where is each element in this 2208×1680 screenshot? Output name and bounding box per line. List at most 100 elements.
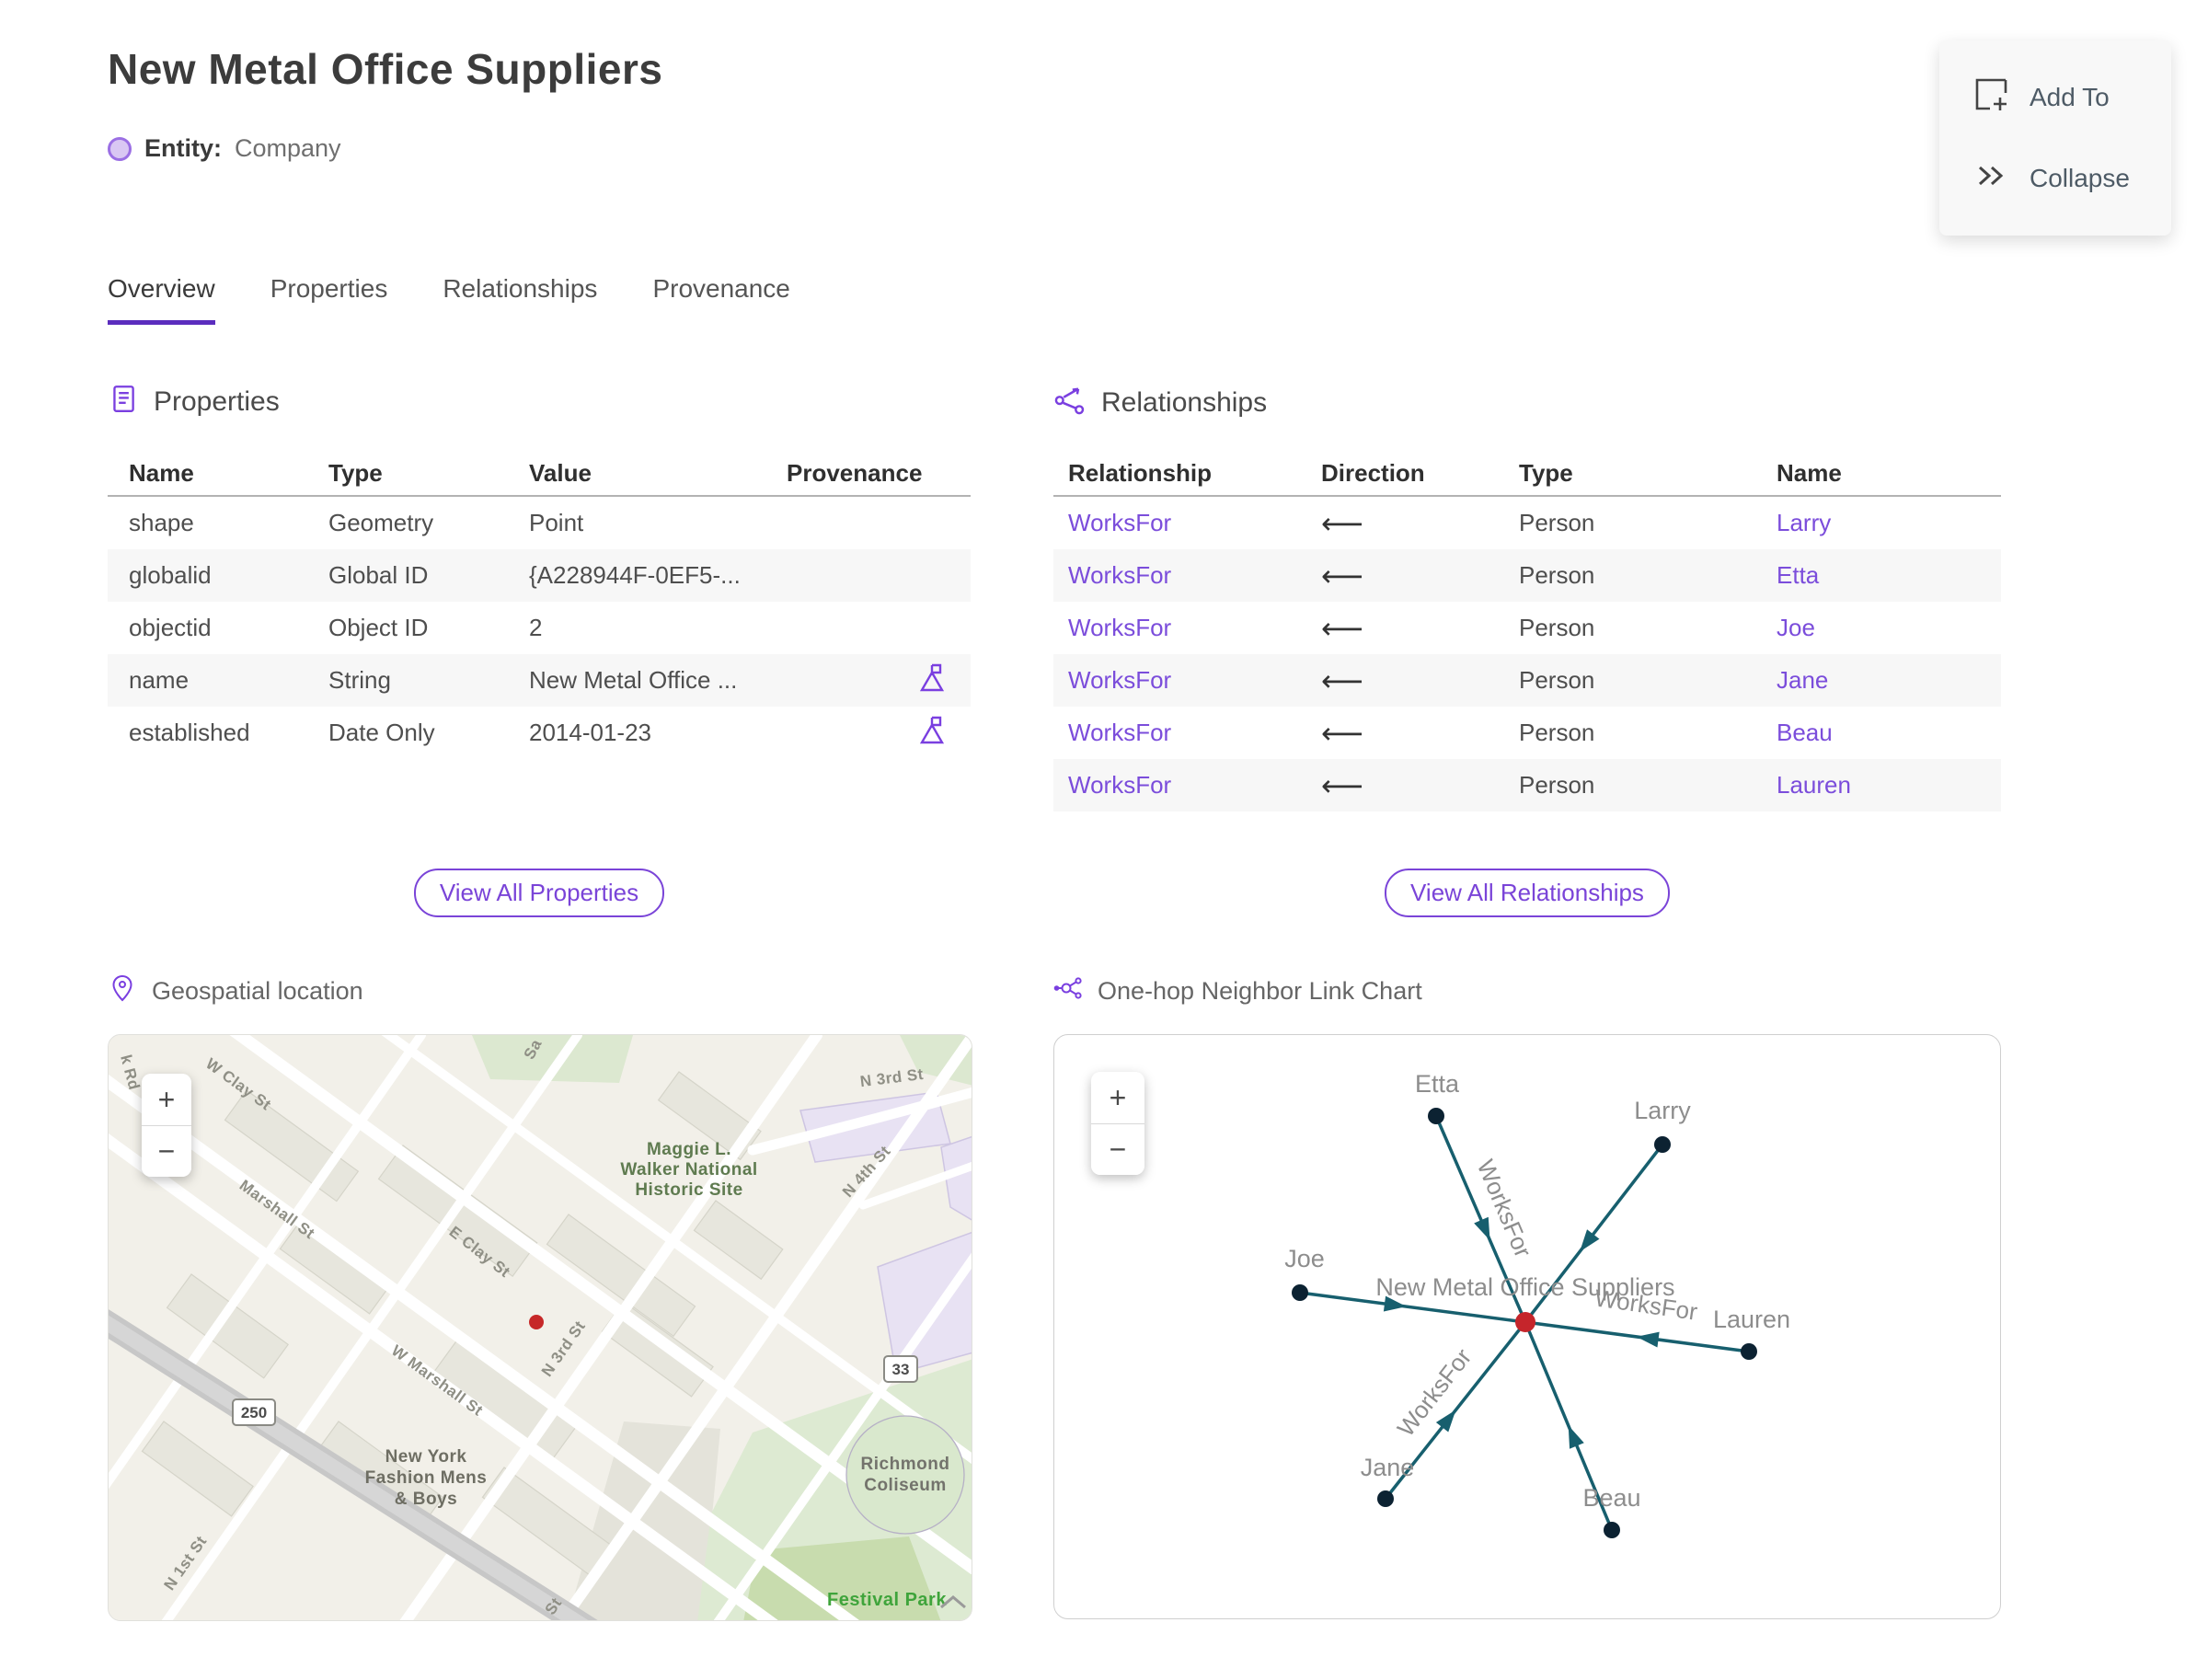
relationship-type-link[interactable]: WorksFor <box>1053 561 1321 590</box>
direction-arrow: ⟵ <box>1321 662 1363 698</box>
map-label: Festival Park <box>827 1590 947 1610</box>
relationship-row: WorksFor ⟵ Person Jane <box>1053 654 2001 707</box>
collapse-button[interactable]: Collapse <box>1972 157 2171 201</box>
edge-arrowhead <box>1474 1216 1490 1241</box>
property-value: New Metal Office ... <box>529 666 738 694</box>
node-label-beau: Beau <box>1582 1484 1640 1512</box>
property-value: 2 <box>529 614 543 641</box>
entity-type-cell: Person <box>1519 666 1595 694</box>
entity-name-link[interactable]: Beau <box>1777 719 2001 747</box>
direction-arrow: ⟵ <box>1321 610 1363 646</box>
node-label-lauren: Lauren <box>1713 1306 1790 1333</box>
view-all-relationships-button[interactable]: View All Relationships <box>1385 869 1670 917</box>
map-zoom-in-button[interactable]: + <box>142 1074 191 1125</box>
edge-label: WorksFor <box>1392 1343 1478 1442</box>
property-provenance-cell[interactable] <box>787 662 971 699</box>
tab-provenance[interactable]: Provenance <box>652 274 789 325</box>
property-name: name <box>129 666 190 694</box>
edge-label: WorksFor <box>1472 1156 1538 1261</box>
properties-table-header: Name Type Value Provenance <box>108 451 971 497</box>
svg-text:250: 250 <box>241 1404 267 1421</box>
node-lauren[interactable] <box>1741 1343 1757 1360</box>
edge-arrowhead <box>1636 1331 1660 1348</box>
column-header: Name <box>1777 458 1842 487</box>
property-type: Date Only <box>328 719 435 746</box>
entity-type-cell: Person <box>1519 771 1595 799</box>
link-chart-icon <box>1053 973 1083 1009</box>
entity-name-link[interactable]: Larry <box>1777 509 2001 537</box>
entity-name-link[interactable]: Etta <box>1777 561 2001 590</box>
relationship-type-link[interactable]: WorksFor <box>1053 771 1321 800</box>
property-row: shape Geometry Point <box>108 497 971 549</box>
map-location-marker <box>529 1315 544 1329</box>
add-to-icon <box>1972 76 2009 120</box>
relationships-table-header: Relationship Direction Type Name <box>1053 451 2001 497</box>
node-label-jane: Jane <box>1361 1454 1415 1481</box>
column-header: Type <box>1519 458 1573 487</box>
relationships-section-header: Relationships <box>1053 383 1267 423</box>
collapse-label: Collapse <box>2030 164 2130 192</box>
edge-arrowhead <box>1580 1229 1600 1252</box>
node-etta[interactable] <box>1428 1108 1444 1124</box>
relationship-row: WorksFor ⟵ Person Beau <box>1053 707 2001 759</box>
column-header: Direction <box>1321 458 1425 487</box>
relationships-icon <box>1053 383 1087 423</box>
provenance-flag-icon[interactable] <box>917 714 947 752</box>
tab-overview[interactable]: Overview <box>108 274 215 325</box>
node-larry[interactable] <box>1654 1136 1671 1153</box>
property-value: Point <box>529 509 584 536</box>
node-jane[interactable] <box>1377 1490 1394 1507</box>
node-company[interactable] <box>1515 1312 1535 1332</box>
geospatial-map[interactable]: k Rd W Clay St Sa N 3rd St N 4th St E Clay St… <box>108 1034 972 1621</box>
direction-arrow: ⟵ <box>1321 505 1363 541</box>
node-label-joe: Joe <box>1284 1245 1325 1272</box>
map-pin-icon <box>108 973 137 1009</box>
add-to-button[interactable]: Add To <box>1972 76 2171 120</box>
relationship-row: WorksFor ⟵ Person Larry <box>1053 497 2001 549</box>
property-type: String <box>328 666 391 694</box>
edge-arrowhead <box>1568 1425 1584 1449</box>
entity-name-link[interactable]: Jane <box>1777 666 2001 695</box>
provenance-flag-icon[interactable] <box>917 662 947 699</box>
entity-name-link[interactable]: Lauren <box>1777 771 2001 800</box>
chart-zoom-in-button[interactable]: + <box>1091 1072 1144 1123</box>
relationship-row: WorksFor ⟵ Person Lauren <box>1053 759 2001 811</box>
link-chart-section-header: One-hop Neighbor Link Chart <box>1053 973 1422 1009</box>
column-header: Name <box>129 458 194 487</box>
properties-section-header: Properties <box>108 383 280 421</box>
relationship-type-link[interactable]: WorksFor <box>1053 509 1321 537</box>
direction-arrow: ⟵ <box>1321 715 1363 751</box>
tab-bar: Overview Properties Relationships Provenanc… <box>108 274 790 325</box>
entity-type-cell: Person <box>1519 719 1595 746</box>
relationship-type-link[interactable]: WorksFor <box>1053 614 1321 642</box>
relationship-type-link[interactable]: WorksFor <box>1053 666 1321 695</box>
node-beau[interactable] <box>1604 1522 1620 1538</box>
entity-type-icon <box>108 136 132 161</box>
column-header: Type <box>328 458 383 487</box>
one-hop-link-chart[interactable]: WorksFor WorksFor WorksFor New Metal Office… <box>1053 1034 2001 1619</box>
geospatial-section-title: Geospatial location <box>152 977 363 1005</box>
property-name: shape <box>129 509 194 536</box>
relationship-row: WorksFor ⟵ Person Etta <box>1053 549 2001 602</box>
node-label-larry: Larry <box>1634 1097 1691 1124</box>
relationship-type-link[interactable]: WorksFor <box>1053 719 1321 747</box>
map-zoom-out-button[interactable]: − <box>142 1125 191 1177</box>
entity-type-cell: Person <box>1519 509 1595 536</box>
relationships-section-title: Relationships <box>1101 387 1268 418</box>
column-header: Provenance <box>787 458 923 487</box>
tab-properties[interactable]: Properties <box>270 274 388 325</box>
node-joe[interactable] <box>1292 1284 1308 1301</box>
view-all-properties-button[interactable]: View All Properties <box>413 869 665 917</box>
chart-zoom-out-button[interactable]: − <box>1091 1123 1144 1175</box>
entity-name-link[interactable]: Joe <box>1777 614 2001 642</box>
tab-relationships[interactable]: Relationships <box>443 274 597 325</box>
property-row: established Date Only 2014-01-23 <box>108 707 971 759</box>
property-type: Global ID <box>328 561 429 589</box>
link-chart-section-title: One-hop Neighbor Link Chart <box>1098 977 1422 1005</box>
properties-section-title: Properties <box>154 386 280 417</box>
property-name: globalid <box>129 561 212 589</box>
entity-type-value: Company <box>235 134 341 162</box>
property-provenance-cell[interactable] <box>787 714 971 752</box>
direction-arrow: ⟵ <box>1321 558 1363 593</box>
map-zoom-control: + − <box>142 1074 191 1177</box>
